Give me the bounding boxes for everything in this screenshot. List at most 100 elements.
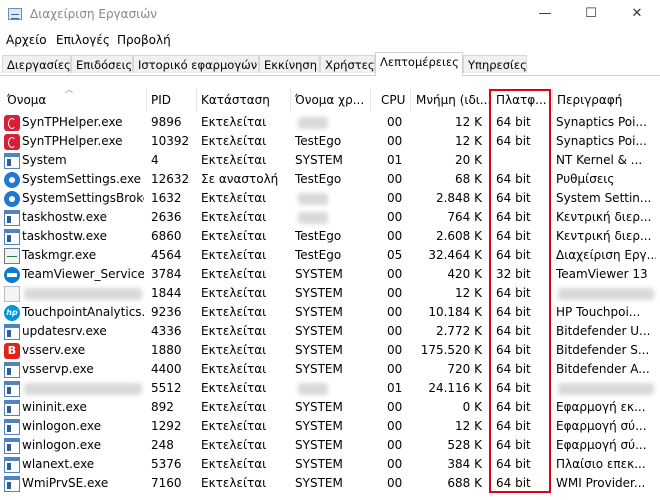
table-row[interactable]: TeamViewer_Service. 3784 Εκτελείται SYSTEM 0… xyxy=(0,265,660,284)
tab-app-history[interactable]: Ιστορικό εφαρμογών xyxy=(133,55,259,73)
table-row[interactable]: Taskmgr.exe 4564 Εκτελείται TestEgo 05 32.464… xyxy=(0,246,660,265)
blank-icon xyxy=(4,286,20,302)
title-bar: Διαχείριση Εργασιών — ☐ ✕ xyxy=(0,0,660,30)
process-description: Ρυθμίσεις xyxy=(556,172,615,186)
table-row[interactable]: taskhostw.exe 2636 Εκτελείται 00 764 K 64 bit… xyxy=(0,208,660,227)
process-status: Εκτελείται xyxy=(201,400,267,414)
process-cpu: 00 xyxy=(387,172,403,186)
process-status: Σε αναστολή xyxy=(201,172,279,186)
process-cpu: 00 xyxy=(387,343,403,357)
column-pid[interactable]: PID xyxy=(148,88,194,112)
process-user: SYSTEM xyxy=(295,438,343,452)
column-name[interactable]: Όνομα xyxy=(4,88,144,112)
process-user: TestEgo xyxy=(295,134,342,148)
process-memory: 24.116 K xyxy=(428,381,482,395)
process-name: SynTPHelper.exe xyxy=(22,115,123,129)
process-user: TestEgo xyxy=(295,229,342,243)
menu-options[interactable]: Επιλογές xyxy=(56,33,110,47)
process-pid: 7160 xyxy=(151,476,182,490)
table-row[interactable]: Bvsserv.exe 1880 Εκτελείται SYSTEM 00 175.520… xyxy=(0,341,660,360)
process-name: wininit.exe xyxy=(22,400,87,414)
process-cpu: 00 xyxy=(387,229,403,243)
process-cpu: 00 xyxy=(387,400,403,414)
process-memory: 20 K xyxy=(455,153,482,167)
column-description[interactable]: Περιγραφή xyxy=(554,88,658,112)
column-divider[interactable] xyxy=(146,88,147,112)
menu-file[interactable]: Αρχείο xyxy=(6,33,47,47)
table-row[interactable]: winlogon.exe 248 Εκτελείται SYSTEM 00 528 K 64… xyxy=(0,436,660,455)
process-pid: 9896 xyxy=(151,115,182,129)
table-row[interactable]: winlogon.exe 1292 Εκτελείται SYSTEM 00 12 K 64… xyxy=(0,417,660,436)
hp-icon: hp xyxy=(4,305,20,321)
maximize-button[interactable]: ☐ xyxy=(568,0,614,30)
process-cpu: 00 xyxy=(387,419,403,433)
process-name: WmiPrvSE.exe xyxy=(22,476,109,490)
platform-highlight xyxy=(489,89,551,493)
window-icon xyxy=(4,210,20,226)
table-row[interactable]: 1844 Εκτελείται SYSTEM 00 12 K 64 bit xyxy=(0,284,660,303)
tab-performance[interactable]: Επιδόσεις xyxy=(71,55,133,73)
process-pid: 9236 xyxy=(151,305,182,319)
bitdefender-icon: B xyxy=(4,343,20,359)
table-row[interactable]: SystemSettings.exe 12632 Σε αναστολή TestEg… xyxy=(0,170,660,189)
table-row[interactable]: updatesrv.exe 4336 Εκτελείται SYSTEM 00 2.772… xyxy=(0,322,660,341)
tab-processes[interactable]: Διεργασίες xyxy=(2,55,71,73)
process-cpu: 00 xyxy=(387,210,403,224)
minimize-button[interactable]: — xyxy=(522,0,568,30)
table-row[interactable]: hp TouchpointAnalytics... 9236 Εκτελείται SY… xyxy=(0,303,660,322)
process-name: vsservp.exe xyxy=(22,362,94,376)
process-cpu: 00 xyxy=(387,286,403,300)
process-pid: 5376 xyxy=(151,457,182,471)
redacted-name xyxy=(24,288,142,300)
column-username[interactable]: Όνομα χρ... xyxy=(292,88,368,112)
process-pid: 1632 xyxy=(151,191,182,205)
table-row[interactable]: SynTPHelper.exe 9896 Εκτελείται 00 12 K 64 bi… xyxy=(0,113,660,132)
process-pid: 892 xyxy=(151,400,174,414)
column-status[interactable]: Κατάσταση xyxy=(198,88,288,112)
table-row[interactable]: WmiPrvSE.exe 7160 Εκτελείται SYSTEM 00 688 K6… xyxy=(0,474,660,493)
process-status: Εκτελείται xyxy=(201,362,267,376)
menu-view[interactable]: Προβολή xyxy=(117,33,171,47)
column-cpu[interactable]: CPU xyxy=(378,88,408,112)
process-user: SYSTEM xyxy=(295,286,343,300)
tab-startup[interactable]: Εκκίνηση xyxy=(259,55,320,73)
column-divider[interactable] xyxy=(552,88,553,112)
process-description: Εφαρμογή εκ... xyxy=(556,400,646,414)
process-pid: 248 xyxy=(151,438,174,452)
process-memory: 528 K xyxy=(447,438,482,452)
close-button[interactable]: ✕ xyxy=(614,0,660,30)
tab-users[interactable]: Χρήστες xyxy=(320,55,375,73)
process-description: Εφαρμογή σύ... xyxy=(556,438,647,452)
table-row[interactable]: wlanext.exe 5376 Εκτελείται SYSTEM 00 384 K 64… xyxy=(0,455,660,474)
column-divider[interactable] xyxy=(196,88,197,112)
tab-details[interactable]: Λεπτομέρειες xyxy=(375,52,463,76)
table-row[interactable]: System 4 Εκτελείται SYSTEM 01 20 K NT Kernel &… xyxy=(0,151,660,170)
process-description: HP Touchpoi... xyxy=(556,305,641,319)
process-cpu: 00 xyxy=(387,457,403,471)
process-table: SynTPHelper.exe 9896 Εκτελείται 00 12 K 64 bi… xyxy=(0,113,660,500)
window-title: Διαχείριση Εργασιών xyxy=(30,7,157,21)
process-user: SYSTEM xyxy=(295,153,343,167)
table-row[interactable]: SynTPHelper.exe 10392 Εκτελείται TestEgo 00 1… xyxy=(0,132,660,151)
process-user: SYSTEM xyxy=(295,419,343,433)
tab-services[interactable]: Υπηρεσίες xyxy=(463,55,527,73)
process-cpu: 05 xyxy=(387,248,403,262)
process-description: NT Kernel & ... xyxy=(556,153,643,167)
process-status: Εκτελείται xyxy=(201,438,267,452)
process-pid: 6860 xyxy=(151,229,182,243)
process-user: SYSTEM xyxy=(295,457,343,471)
column-divider[interactable] xyxy=(290,88,291,112)
process-description: WMI Provider... xyxy=(556,476,646,490)
table-row[interactable]: SystemSettingsBroke... 1632 Εκτελείται 00 2.… xyxy=(0,189,660,208)
table-row[interactable]: 5512 Εκτελείται 01 24.116 K 64 bit xyxy=(0,379,660,398)
column-memory[interactable]: Μνήμη (ιδι... xyxy=(413,88,489,112)
table-row[interactable]: wininit.exe 892 Εκτελείται SYSTEM 00 0 K 64 bi… xyxy=(0,398,660,417)
table-row[interactable]: taskhostw.exe 6860 Εκτελείται TestEgo 00 2.60… xyxy=(0,227,660,246)
process-pid: 4336 xyxy=(151,324,182,338)
tab-strip: Διεργασίες Επιδόσεις Ιστορικό εφαρμογών … xyxy=(0,52,660,76)
window-icon xyxy=(4,457,20,473)
column-divider[interactable] xyxy=(410,88,411,112)
process-memory: 12 K xyxy=(455,115,482,129)
table-row[interactable]: vsservp.exe 4400 Εκτελείται SYSTEM 00 720 K 64… xyxy=(0,360,660,379)
column-divider[interactable] xyxy=(370,88,371,112)
